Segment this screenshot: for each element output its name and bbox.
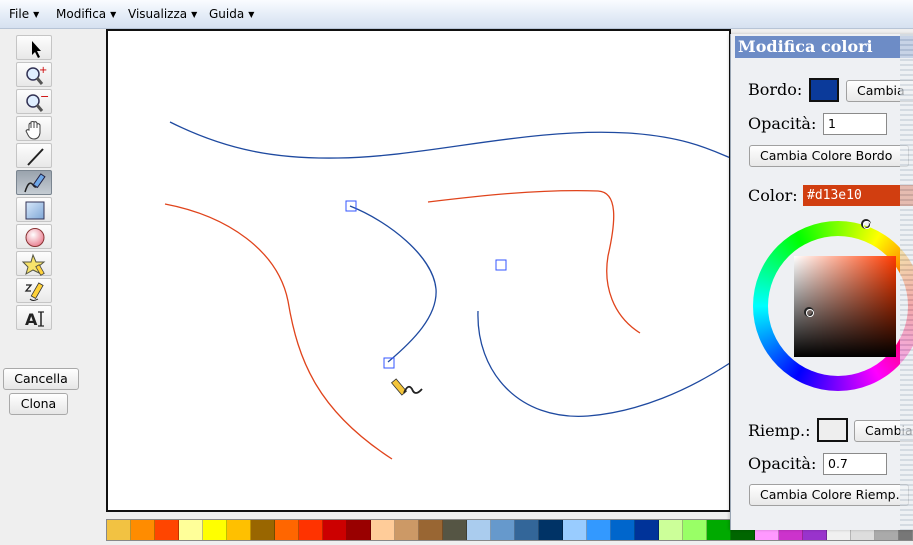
change-fill-color-button[interactable]: Cambia Colore Riemp. [749, 484, 909, 506]
palette-swatch[interactable] [683, 520, 707, 540]
drawing-canvas[interactable] [106, 29, 731, 512]
menu-visualizza[interactable]: Visualizza ▼ [128, 7, 197, 21]
menu-file[interactable]: File ▼ [9, 7, 39, 21]
caret-down-icon: ▼ [191, 10, 198, 19]
ellipse-icon [25, 228, 45, 247]
zoom-out-icon: − [26, 90, 49, 112]
caret-down-icon: ▼ [248, 10, 255, 19]
menu-bar: File ▼ Modifica ▼ Visualizza ▼ Guida ▼ [0, 0, 913, 29]
select-arrow-icon [32, 41, 41, 58]
fill-color-swatch[interactable] [817, 418, 848, 442]
palette-swatch[interactable] [707, 520, 731, 540]
freehand-pencil-icon [24, 282, 44, 301]
text-tool-button[interactable]: A [16, 305, 52, 330]
blue-bottom-curve[interactable] [477, 310, 731, 417]
node-handle[interactable] [383, 357, 395, 369]
palette-swatch[interactable] [299, 520, 323, 540]
menu-modifica[interactable]: Modifica ▼ [56, 7, 116, 21]
stroke-color-swatch[interactable] [809, 78, 839, 102]
pan-tool-button[interactable] [16, 116, 52, 141]
palette-swatch[interactable] [203, 520, 227, 540]
fill-opacity-label: Opacità: [748, 454, 817, 473]
palette-swatch[interactable] [467, 520, 491, 540]
freehand-tool-button[interactable] [16, 278, 52, 303]
palette-swatch[interactable] [611, 520, 635, 540]
color-editor-panel: Modifica colori Bordo: Cambia Opacità: 1… [730, 34, 913, 530]
palette-swatch[interactable] [275, 520, 299, 540]
line-icon [27, 148, 44, 166]
palette-swatch[interactable] [131, 520, 155, 540]
palette-swatch[interactable] [395, 520, 419, 540]
svg-text:−: − [40, 90, 49, 103]
color-hex-input[interactable]: #d13e10 [803, 185, 913, 206]
menu-file-label: File [9, 7, 30, 21]
panel-edge-shadow [900, 34, 913, 530]
select-tool-button[interactable] [16, 35, 52, 60]
rectangle-tool-button[interactable] [16, 197, 52, 222]
line-tool-button[interactable] [16, 143, 52, 168]
menu-guida[interactable]: Guida ▼ [209, 7, 254, 21]
palette-swatch[interactable] [155, 520, 179, 540]
rectangle-icon [25, 201, 45, 220]
caret-down-icon: ▼ [110, 10, 117, 19]
svg-text:A: A [25, 310, 38, 329]
menu-guida-label: Guida [209, 7, 245, 21]
zoom-in-icon: + [26, 65, 47, 85]
stroke-opacity-input[interactable]: 1 [823, 113, 887, 135]
red-left-curve[interactable] [164, 203, 393, 460]
palette-swatch[interactable] [347, 520, 371, 540]
palette-swatch[interactable] [227, 520, 251, 540]
palette-swatch[interactable] [371, 520, 395, 540]
pan-hand-icon [25, 121, 41, 140]
palette-swatch[interactable] [515, 520, 539, 540]
caret-down-icon: ▼ [33, 10, 40, 19]
menu-visualizza-label: Visualizza [128, 7, 188, 21]
ellipse-tool-button[interactable] [16, 224, 52, 249]
zoom-in-button[interactable]: + [16, 62, 52, 87]
blue-s-curve[interactable] [349, 205, 437, 363]
star-shape-icon [21, 253, 46, 276]
svg-text:+: + [39, 65, 47, 76]
color-label: Color: [748, 186, 798, 205]
palette-swatch[interactable] [179, 520, 203, 540]
hue-marker[interactable] [861, 219, 871, 229]
change-stroke-color-button[interactable]: Cambia Colore Bordo [749, 145, 909, 167]
palette-swatch[interactable] [419, 520, 443, 540]
palette-swatch[interactable] [659, 520, 683, 540]
drawing-surface[interactable] [108, 31, 731, 512]
palette-swatch[interactable] [107, 520, 131, 540]
fill-label: Riemp.: [748, 421, 811, 440]
node-handle[interactable] [495, 259, 507, 271]
clone-button[interactable]: Clona [9, 393, 68, 415]
stroke-label: Bordo: [748, 80, 803, 99]
text-tool-icon: A [25, 310, 44, 329]
delete-button[interactable]: Cancella [3, 368, 79, 390]
zoom-out-button[interactable]: − [16, 89, 52, 114]
path-pen-cursor-icon [390, 378, 423, 396]
blue-top-curve[interactable] [169, 121, 731, 159]
palette-swatch[interactable] [491, 520, 515, 540]
panel-title: Modifica colori [735, 36, 913, 58]
palette-swatch[interactable] [323, 520, 347, 540]
palette-swatch[interactable] [635, 520, 659, 540]
sb-marker[interactable] [804, 307, 814, 317]
menu-modifica-label: Modifica [56, 7, 107, 21]
path-tool-button[interactable] [16, 170, 52, 195]
palette-swatch[interactable] [443, 520, 467, 540]
palette-swatch[interactable] [539, 520, 563, 540]
star-tool-button[interactable] [16, 251, 52, 276]
stroke-opacity-label: Opacità: [748, 114, 817, 133]
red-right-curve[interactable] [427, 190, 641, 334]
palette-swatch[interactable] [251, 520, 275, 540]
path-pen-icon [24, 173, 46, 193]
fill-opacity-input[interactable]: 0.7 [823, 453, 887, 475]
palette-swatch[interactable] [563, 520, 587, 540]
palette-swatch[interactable] [587, 520, 611, 540]
